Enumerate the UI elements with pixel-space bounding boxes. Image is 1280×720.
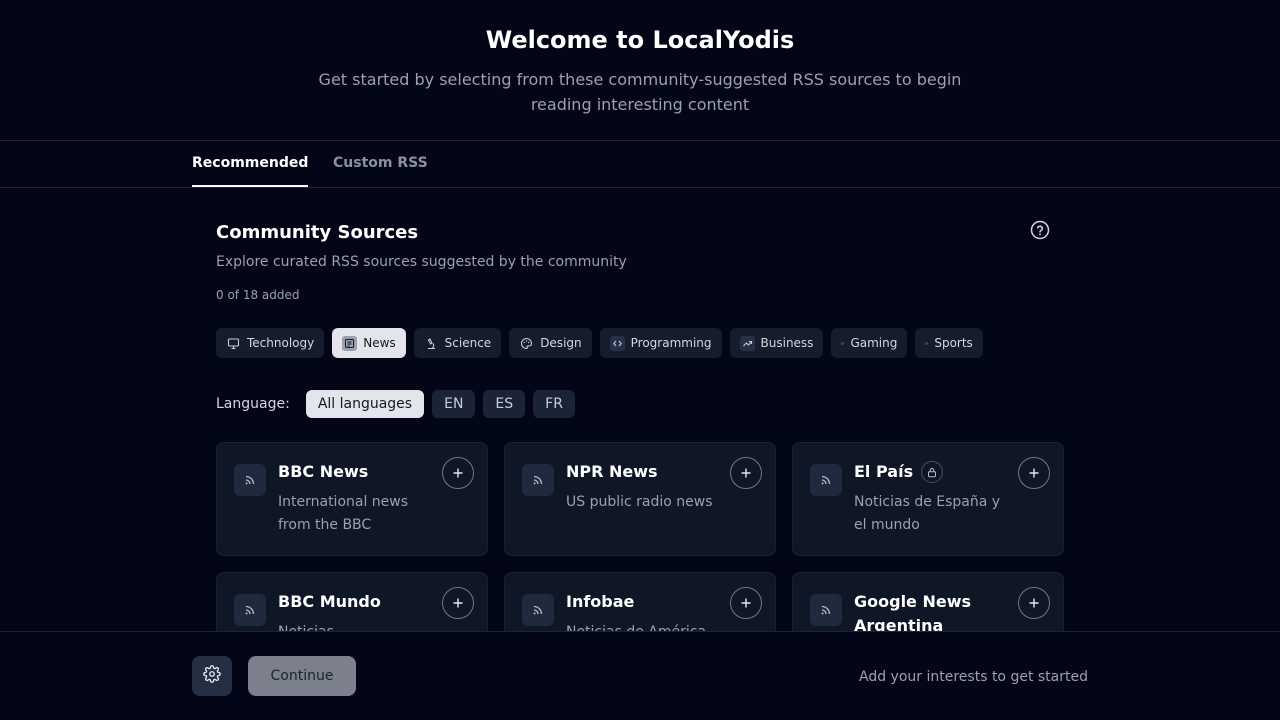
gear-icon bbox=[203, 665, 221, 687]
help-icon[interactable] bbox=[1030, 220, 1050, 240]
source-description: Noticias de América bbox=[566, 621, 716, 631]
add-source-button[interactable] bbox=[442, 587, 474, 619]
tab-custom-rss[interactable]: Custom RSS bbox=[333, 141, 428, 187]
language-fr[interactable]: FR bbox=[533, 390, 575, 418]
category-filters: Technology News Science Design Programmi… bbox=[216, 328, 983, 358]
code-icon bbox=[609, 335, 625, 351]
add-source-button[interactable] bbox=[1018, 457, 1050, 489]
category-label: Gaming bbox=[850, 336, 898, 350]
plus-icon bbox=[1029, 468, 1039, 478]
add-source-button[interactable] bbox=[730, 457, 762, 489]
category-programming[interactable]: Programming bbox=[599, 328, 722, 358]
palette-icon bbox=[519, 336, 534, 351]
category-sports[interactable]: Sports bbox=[915, 328, 983, 358]
category-label: Programming bbox=[630, 336, 712, 350]
source-name: Infobae bbox=[566, 592, 635, 611]
source-description: Noticias bbox=[278, 621, 428, 631]
add-source-button[interactable] bbox=[1018, 587, 1050, 619]
category-label: Design bbox=[540, 336, 582, 350]
add-source-button[interactable] bbox=[442, 457, 474, 489]
source-card-google-news-argentina: Google News Argentina bbox=[792, 572, 1064, 631]
page-subtitle: Get started by selecting from these comm… bbox=[318, 70, 962, 114]
plus-icon bbox=[453, 598, 463, 608]
add-source-button[interactable] bbox=[730, 587, 762, 619]
plus-icon bbox=[741, 468, 751, 478]
rss-icon bbox=[810, 594, 842, 626]
rss-icon bbox=[234, 594, 266, 626]
source-card-bbc-mundo: BBC Mundo Noticias bbox=[216, 572, 488, 631]
source-tabs: Recommended Custom RSS bbox=[0, 141, 1280, 188]
category-label: Business bbox=[760, 336, 814, 350]
rss-icon bbox=[522, 594, 554, 626]
section-subtitle: Explore curated RSS sources suggested by… bbox=[216, 254, 627, 270]
category-design[interactable]: Design bbox=[509, 328, 592, 358]
category-gaming[interactable]: Gaming bbox=[831, 328, 908, 358]
footer-hint: Add your interests to get started bbox=[859, 669, 1088, 685]
category-label: Sports bbox=[934, 336, 973, 350]
category-news[interactable]: News bbox=[332, 328, 406, 358]
settings-button[interactable] bbox=[192, 656, 232, 696]
source-grid: BBC News International news from the BBC… bbox=[216, 442, 1064, 631]
source-name: Google News Argentina bbox=[854, 592, 972, 631]
source-card-el-pais: El País Noticias de España y el mundo bbox=[792, 442, 1064, 556]
rss-icon bbox=[234, 464, 266, 496]
language-en[interactable]: EN bbox=[432, 390, 476, 418]
added-count: 0 of 18 added bbox=[216, 288, 300, 302]
category-label: Technology bbox=[247, 336, 315, 350]
trending-up-icon bbox=[739, 335, 755, 351]
onboarding-footer: Continue Add your interests to get start… bbox=[0, 631, 1280, 720]
category-business[interactable]: Business bbox=[729, 328, 824, 358]
welcome-header: Welcome to LocalYodis Get started by sel… bbox=[0, 0, 1280, 141]
newspaper-icon bbox=[342, 335, 358, 351]
source-name: El País bbox=[854, 462, 914, 481]
microscope-icon bbox=[424, 336, 439, 351]
tab-recommended[interactable]: Recommended bbox=[192, 141, 309, 187]
trophy-icon bbox=[925, 341, 929, 345]
source-description: International news from the BBC bbox=[278, 494, 409, 533]
category-label: Science bbox=[444, 336, 492, 350]
monitor-icon bbox=[226, 336, 241, 351]
language-all[interactable]: All languages bbox=[305, 390, 425, 418]
source-name: BBC News bbox=[278, 462, 369, 481]
source-name: BBC Mundo bbox=[278, 592, 381, 611]
source-description: Noticias de España y el mundo bbox=[854, 494, 1001, 533]
source-name: NPR News bbox=[566, 462, 658, 481]
category-technology[interactable]: Technology bbox=[216, 328, 325, 358]
plus-icon bbox=[453, 468, 463, 478]
continue-button[interactable]: Continue bbox=[248, 656, 356, 696]
language-es[interactable]: ES bbox=[483, 390, 526, 418]
section-title: Community Sources bbox=[216, 222, 419, 243]
source-card-npr-news: NPR News US public radio news bbox=[504, 442, 776, 556]
language-filter: Language: All languages EN ES FR bbox=[216, 390, 575, 418]
page-title: Welcome to LocalYodis bbox=[485, 26, 795, 54]
rss-icon bbox=[810, 464, 842, 496]
source-card-bbc-news: BBC News International news from the BBC bbox=[216, 442, 488, 556]
source-description: US public radio news bbox=[566, 494, 713, 510]
category-science[interactable]: Science bbox=[413, 328, 502, 358]
language-label: Language: bbox=[216, 396, 290, 412]
gamepad-icon bbox=[841, 341, 845, 345]
rss-icon bbox=[522, 464, 554, 496]
plus-icon bbox=[741, 598, 751, 608]
plus-icon bbox=[1029, 598, 1039, 608]
source-card-infobae: Infobae Noticias de América bbox=[504, 572, 776, 631]
lock-icon bbox=[921, 461, 944, 483]
category-label: News bbox=[363, 336, 396, 350]
